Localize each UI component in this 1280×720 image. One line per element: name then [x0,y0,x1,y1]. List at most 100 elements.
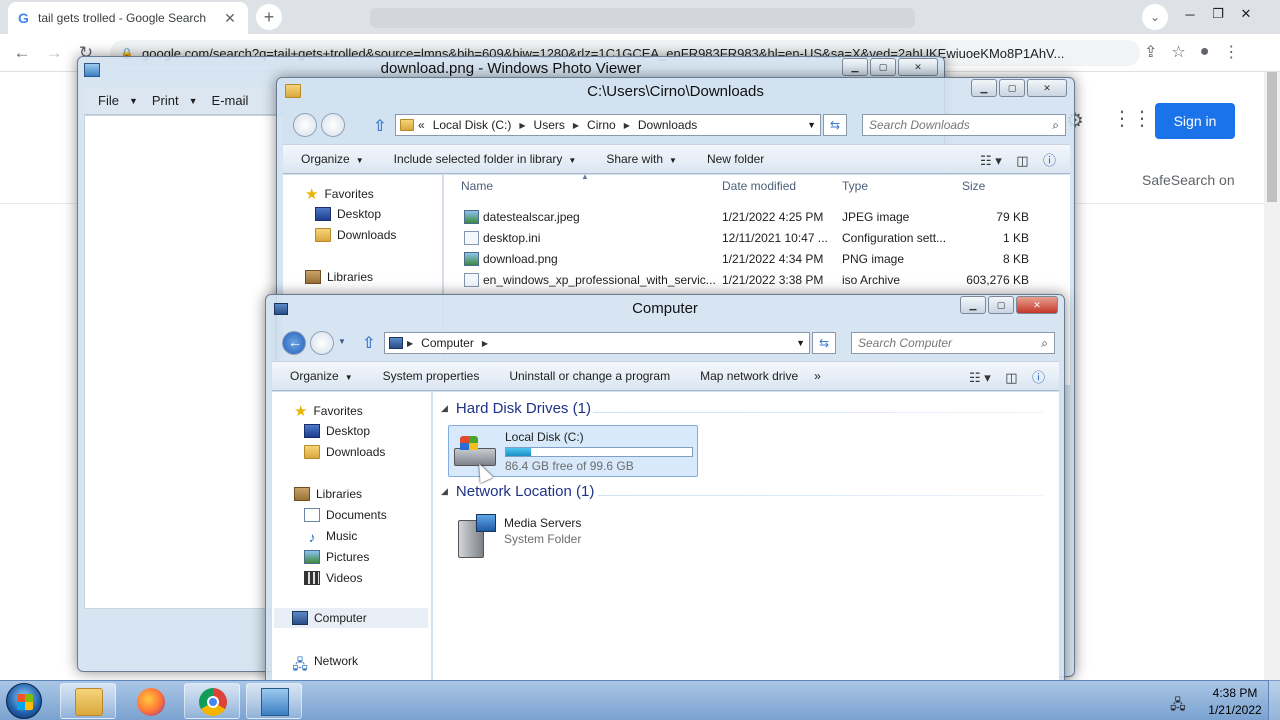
dl-share-with-button[interactable]: Share with ▼ [606,152,677,166]
taskbar-explorer-button[interactable] [60,683,116,719]
dl-refresh-button[interactable]: ⇆ [823,114,847,136]
address-dropdown-icon[interactable]: ▼ [807,120,816,130]
file-row[interactable]: datestealscar.jpeg 1/21/2022 4:25 PM JPE… [444,207,1044,228]
dl-crumb-downloads[interactable]: Downloads [638,118,697,132]
dl-address-bar[interactable]: « Local Disk (C:) ▶ Users ▶ Cirno ▶ Downloa… [395,114,821,136]
menu-kebab-icon[interactable]: ⋮ [1223,42,1239,62]
pc-map-network-drive-button[interactable]: Map network drive [700,369,798,383]
clock-time[interactable]: 4:38 PM [1200,686,1270,700]
pc-up-arrow-icon[interactable]: ⇧ [362,333,375,353]
file-row[interactable]: desktop.ini 12/11/2021 10:47 ... Configu… [444,228,1044,249]
pc-nav-videos[interactable]: Videos [304,571,362,585]
file-row[interactable]: en_windows_xp_professional_with_servic..… [444,270,1044,291]
tab-search-chevron-icon[interactable]: ⌄ [1142,4,1168,30]
dl-forward-button[interactable] [321,113,345,137]
pc-uninstall-program-button[interactable]: Uninstall or change a program [509,369,670,383]
pv-menu-email[interactable]: E-mail [212,93,249,108]
show-desktop-button[interactable] [1268,680,1280,720]
share-icon[interactable]: ⇪ [1144,42,1157,62]
browser-restore-icon[interactable]: ❐ [1204,6,1232,22]
pc-organize-button[interactable]: Organize ▼ [290,369,353,383]
pv-menu-file[interactable]: File [98,93,119,108]
chevron-right-icon[interactable]: ▶ [482,339,488,348]
pc-nav-network[interactable]: 🖧 Network [292,654,358,672]
bookmark-star-icon[interactable]: ☆ [1171,42,1185,62]
file-row[interactable]: download.png 1/21/2022 4:34 PM PNG image… [444,249,1044,270]
dl-search-input[interactable]: Search Downloads ⌕ [862,114,1066,136]
dl-nav-downloads[interactable]: Downloads [315,228,396,242]
collapse-triangle-icon[interactable]: ◢ [441,486,448,497]
media-servers-item[interactable]: Media Servers System Folder [448,508,628,564]
browser-minimize-icon[interactable]: ─ [1176,7,1204,22]
pc-forward-button[interactable] [310,331,334,355]
start-button[interactable] [6,683,42,719]
col-type[interactable]: Type [842,175,868,197]
dl-path-overflow[interactable]: « [418,118,425,132]
safesearch-status[interactable]: SafeSearch on [1142,172,1235,188]
recent-pages-chevron-icon[interactable]: ▼ [338,337,346,346]
dl-nav-desktop[interactable]: Desktop [315,207,381,221]
col-size[interactable]: Size [962,175,985,197]
pc-nav-computer[interactable]: Computer [274,608,428,628]
pc-nav-documents[interactable]: Documents [304,508,387,522]
chevron-right-icon[interactable]: ▶ [407,339,413,348]
collapse-triangle-icon[interactable]: ◢ [441,403,448,414]
address-dropdown-icon[interactable]: ▼ [796,338,805,348]
pv-maximize-button[interactable]: ▢ [870,58,896,76]
dl-nav-libraries[interactable]: Libraries [305,270,373,284]
pc-nav-music[interactable]: ♪ Music [304,529,358,545]
pc-system-properties-button[interactable]: System properties [383,369,480,383]
dl-organize-button[interactable]: Organize ▼ [301,152,364,166]
taskbar-firefox-button[interactable] [122,683,178,719]
taskbar-chrome-button[interactable] [184,683,240,719]
pc-nav-downloads[interactable]: Downloads [304,445,385,459]
forward-arrow-icon[interactable]: → [38,43,70,63]
dl-maximize-button[interactable]: ▢ [999,79,1025,97]
pc-refresh-button[interactable]: ⇆ [812,332,836,354]
view-options-icon[interactable]: ☷ ▾ ◫ ⓘ [980,150,1056,169]
taskbar-photo-viewer-button[interactable] [246,683,302,719]
dl-back-button[interactable] [293,113,317,137]
pv-minimize-button[interactable]: ▁ [842,58,868,76]
chevron-right-icon[interactable]: ▶ [519,121,525,130]
view-options-icon[interactable]: ☷ ▾ ◫ ⓘ [969,367,1045,386]
back-arrow-icon[interactable]: ← [6,43,38,63]
profile-icon[interactable]: ● [1200,43,1210,61]
col-name[interactable]: Name [461,175,493,197]
pc-more-commands-button[interactable]: » [814,369,821,383]
pc-crumb-computer[interactable]: Computer [421,336,474,350]
dl-up-arrow-icon[interactable]: ⇧ [373,116,386,136]
hdd-group-header[interactable]: ◢ Hard Disk Drives (1) [441,400,591,417]
google-apps-grid-icon[interactable]: ⋮⋮ [1112,106,1152,131]
dl-crumb-cirno[interactable]: Cirno [587,118,616,132]
page-scrollbar-thumb[interactable] [1267,72,1277,202]
pc-nav-favorites[interactable]: ★ Favorites [294,402,363,420]
pv-menu-print[interactable]: Print [152,93,179,108]
clock-date[interactable]: 1/21/2022 [1200,703,1270,717]
sign-in-button[interactable]: Sign in [1155,103,1235,139]
pc-nav-desktop[interactable]: Desktop [304,424,370,438]
pc-back-button[interactable] [282,331,306,355]
dl-close-button[interactable]: ✕ [1027,79,1067,97]
network-tray-icon[interactable]: 🖧 [1170,694,1186,718]
chevron-right-icon[interactable]: ▶ [573,121,579,130]
dl-crumb-users[interactable]: Users [534,118,565,132]
pc-minimize-button[interactable]: ▁ [960,296,986,314]
new-tab-button[interactable]: + [256,4,282,30]
chevron-right-icon[interactable]: ▶ [624,121,630,130]
tab-close-icon[interactable]: ✕ [222,10,238,27]
dl-crumb-local-disk[interactable]: Local Disk (C:) [433,118,512,132]
pc-nav-libraries[interactable]: Libraries [294,487,362,501]
dl-include-library-button[interactable]: Include selected folder in library ▼ [394,152,577,166]
pc-close-button[interactable]: ✕ [1016,296,1058,314]
pv-close-button[interactable]: ✕ [898,58,938,76]
dl-minimize-button[interactable]: ▁ [971,79,997,97]
pc-maximize-button[interactable]: ▢ [988,296,1014,314]
browser-close-icon[interactable]: ✕ [1232,6,1260,22]
pc-search-input[interactable]: Search Computer ⌕ [851,332,1055,354]
browser-tab[interactable]: G tail gets trolled - Google Search ✕ [8,2,248,34]
dl-nav-favorites[interactable]: ★ Favorites [305,185,374,203]
dl-new-folder-button[interactable]: New folder [707,152,764,166]
col-date-modified[interactable]: Date modified [722,175,796,197]
pc-nav-pictures[interactable]: Pictures [304,550,369,564]
